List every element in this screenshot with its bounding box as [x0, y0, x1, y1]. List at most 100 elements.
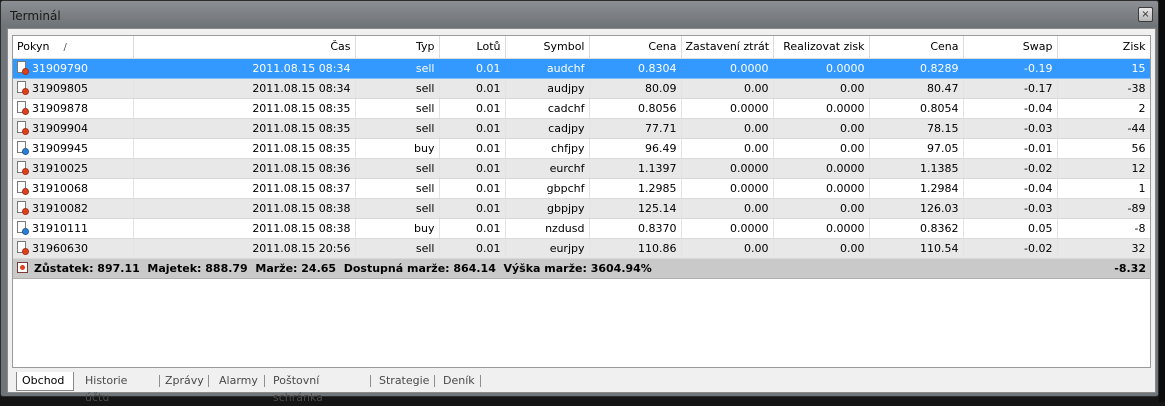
- sell-order-icon: [17, 81, 29, 95]
- order-id: 31910082: [32, 201, 88, 215]
- sell-order-icon: [17, 241, 29, 255]
- order-id: 31909790: [32, 61, 88, 75]
- cell-time: 2011.08.15 08:38: [133, 218, 356, 239]
- cell-lots: 0.01: [439, 238, 506, 259]
- cell-time: 2011.08.15 08:36: [133, 158, 356, 179]
- column-header-swap[interactable]: Swap: [963, 36, 1058, 59]
- cell-lots: 0.01: [439, 218, 506, 239]
- cell-profit: 56: [1057, 138, 1150, 159]
- cell-cur-price: 110.54: [869, 238, 964, 259]
- cell-swap: -0.04: [963, 178, 1058, 199]
- table-row[interactable]: 31909945 2011.08.15 08:35 buy 0.01 chfjpy 96.…: [13, 138, 1150, 159]
- tab-strategies[interactable]: Strategie: [374, 372, 430, 390]
- background-strip: [1159, 0, 1165, 402]
- cell-order: 31910025: [13, 158, 134, 179]
- cell-profit: -8: [1057, 218, 1150, 239]
- cell-sl: 0.00: [681, 118, 774, 139]
- table-row[interactable]: 31909878 2011.08.15 08:35 sell 0.01 cadchf 0.…: [13, 98, 1150, 119]
- tab-trade[interactable]: Obchod: [16, 372, 74, 391]
- column-header-stop-loss[interactable]: Zastavení ztrát: [681, 36, 774, 59]
- tab-alerts[interactable]: Alarmy: [214, 372, 260, 390]
- column-header-symbol[interactable]: Symbol: [505, 36, 590, 59]
- column-header-type[interactable]: Typ: [355, 36, 440, 59]
- column-header-order[interactable]: Pokyn /: [13, 36, 134, 59]
- tab-journal[interactable]: Deník: [438, 372, 476, 390]
- tab-separator: [480, 375, 481, 387]
- cell-profit: -38: [1057, 78, 1150, 99]
- cell-swap: 0.05: [963, 218, 1058, 239]
- tab-mailbox[interactable]: Poštovní schránka: [268, 372, 366, 404]
- table-row[interactable]: 31910082 2011.08.15 08:38 sell 0.01 gbpjpy 12…: [13, 198, 1150, 219]
- table-row[interactable]: 31960630 2011.08.15 20:56 sell 0.01 eurjpy 11…: [13, 238, 1150, 259]
- close-icon: ×: [1141, 9, 1150, 20]
- tab-news[interactable]: Zprávy: [160, 372, 204, 390]
- cell-sl: 0.00: [681, 138, 774, 159]
- cell-order: 31909790: [13, 58, 134, 79]
- cell-time: 2011.08.15 08:38: [133, 198, 356, 219]
- cell-price: 77.71: [589, 118, 682, 139]
- table-row[interactable]: 31909904 2011.08.15 08:35 sell 0.01 cadjpy 77…: [13, 118, 1150, 139]
- table-header: Pokyn / Čas Typ Lotů Symbol Cena Zastavení ztrá…: [13, 36, 1150, 59]
- cell-cur-price: 0.8289: [869, 58, 964, 79]
- sell-order-icon: [17, 101, 29, 115]
- column-header-label: Pokyn: [17, 40, 50, 54]
- cell-symbol: cadjpy: [505, 118, 590, 139]
- column-header-take-profit[interactable]: Realizovat zisk: [773, 36, 870, 59]
- cell-order: 31910082: [13, 198, 134, 219]
- cell-cur-price: 1.1385: [869, 158, 964, 179]
- cell-lots: 0.01: [439, 58, 506, 79]
- account-summary-row: Zůstatek: 897.11 Majetek: 888.79 Marže: …: [13, 258, 1150, 279]
- cell-profit: 12: [1057, 158, 1150, 179]
- order-id: 31909805: [32, 81, 88, 95]
- title-bar[interactable]: Terminál ×: [1, 1, 1158, 27]
- cell-sl: 0.00: [681, 78, 774, 99]
- cell-type: sell: [355, 178, 440, 199]
- cell-lots: 0.01: [439, 178, 506, 199]
- table-body: 31909790 2011.08.15 08:34 sell 0.01 audchf 0.…: [13, 58, 1150, 279]
- cell-profit: 2: [1057, 98, 1150, 119]
- terminal-tabs: Obchod Historie účtu Zprávy Alarmy Poštovní …: [12, 372, 1151, 404]
- order-id: 31909945: [32, 141, 88, 155]
- column-header-price[interactable]: Cena: [589, 36, 682, 59]
- table-row[interactable]: 31909790 2011.08.15 08:34 sell 0.01 audchf 0.…: [13, 58, 1150, 79]
- cell-swap: -0.01: [963, 138, 1058, 159]
- trade-table: Pokyn / Čas Typ Lotů Symbol Cena Zastavení ztrá…: [13, 36, 1150, 279]
- cell-lots: 0.01: [439, 98, 506, 119]
- cell-time: 2011.08.15 08:35: [133, 118, 356, 139]
- tab-separator: [264, 375, 265, 387]
- cell-type: sell: [355, 98, 440, 119]
- cell-symbol: cadchf: [505, 98, 590, 119]
- cell-price: 0.8304: [589, 58, 682, 79]
- cell-sl: 0.0000: [681, 178, 774, 199]
- column-header-profit[interactable]: Zisk: [1057, 36, 1150, 59]
- cell-price: 0.8056: [589, 98, 682, 119]
- cell-price: 96.49: [589, 138, 682, 159]
- table-row[interactable]: 31910068 2011.08.15 08:37 sell 0.01 gbpchf 1.…: [13, 178, 1150, 199]
- cell-lots: 0.01: [439, 198, 506, 219]
- column-header-current-price[interactable]: Cena: [869, 36, 964, 59]
- close-button[interactable]: ×: [1138, 7, 1153, 22]
- cell-cur-price: 0.8054: [869, 98, 964, 119]
- cell-order: 31909904: [13, 118, 134, 139]
- column-header-lots[interactable]: Lotů: [439, 36, 506, 59]
- cell-price: 110.86: [589, 238, 682, 259]
- cell-swap: -0.04: [963, 98, 1058, 119]
- cell-price: 1.2985: [589, 178, 682, 199]
- order-id: 31909904: [32, 121, 88, 135]
- cell-lots: 0.01: [439, 138, 506, 159]
- cell-symbol: audchf: [505, 58, 590, 79]
- tab-account-history[interactable]: Historie účtu: [80, 372, 155, 404]
- cell-swap: -0.02: [963, 238, 1058, 259]
- cell-tp: 0.0000: [773, 218, 870, 239]
- window-title: Terminál: [10, 9, 61, 23]
- table-row[interactable]: 31909805 2011.08.15 08:34 sell 0.01 audjpy 80…: [13, 78, 1150, 99]
- cell-tp: 0.00: [773, 238, 870, 259]
- table-row[interactable]: 31910025 2011.08.15 08:36 sell 0.01 eurchf 1.…: [13, 158, 1150, 179]
- table-row[interactable]: 31910111 2011.08.15 08:38 buy 0.01 nzdusd 0.8…: [13, 218, 1150, 239]
- cell-type: sell: [355, 198, 440, 219]
- cell-lots: 0.01: [439, 118, 506, 139]
- cell-order: 31909945: [13, 138, 134, 159]
- column-header-time[interactable]: Čas: [133, 36, 356, 59]
- cell-time: 2011.08.15 08:35: [133, 98, 356, 119]
- order-id: 31910068: [32, 181, 88, 195]
